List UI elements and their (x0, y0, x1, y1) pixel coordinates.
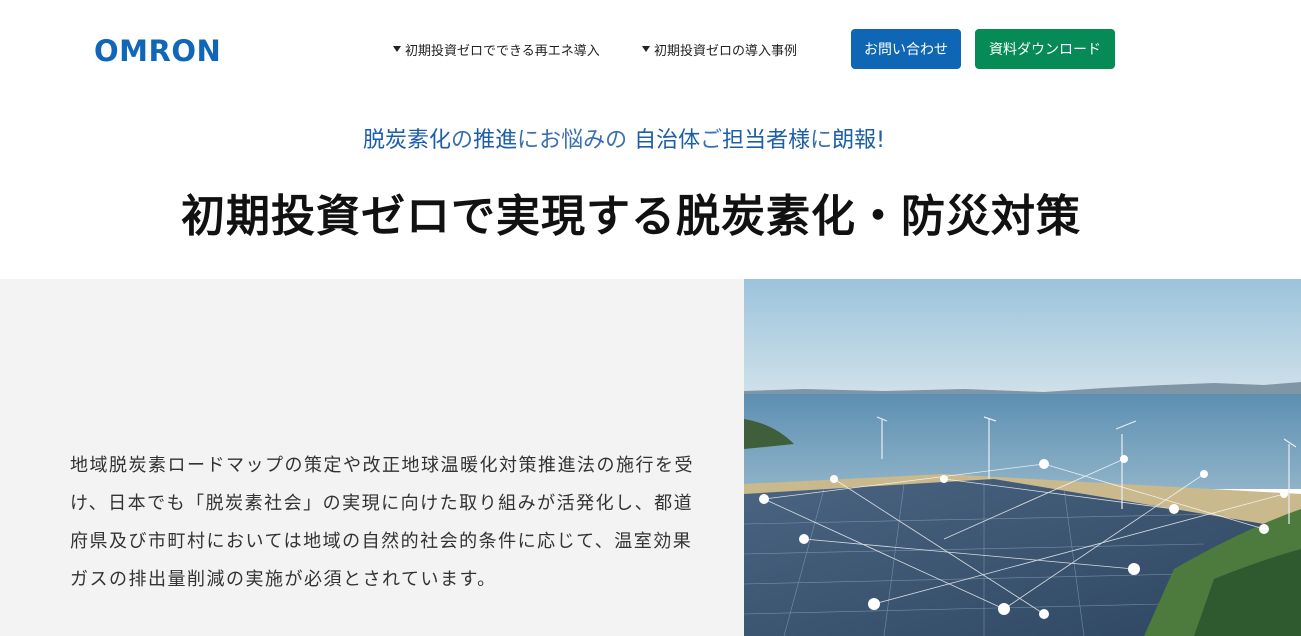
nav-label: 初期投資ゼロでできる再エネ導入 (405, 44, 600, 59)
site-header: OMRON 初期投資ゼロでできる再エネ導入 初期投資ゼロの導入事例 お問い合わせ… (0, 0, 1301, 98)
intro-line: 府県及び市町村においては地域の自然的社会的条件に応じて、温室効果 (70, 531, 693, 552)
omron-logo[interactable]: OMRON (94, 34, 221, 68)
intro-line: ガスの排出量削減の実施が必須とされています。 (70, 569, 497, 590)
nav-link-renewable-introduction[interactable]: 初期投資ゼロでできる再エネ導入 (393, 40, 600, 59)
lead-text: 自治体 (634, 128, 701, 153)
lead-text: 脱炭素化 (363, 128, 452, 153)
lead-text: 担当者様 (722, 128, 811, 153)
page-title: 初期投資ゼロで実現する脱炭素化・防災対策 (181, 191, 1081, 242)
nav-link-case-studies[interactable]: 初期投資ゼロの導入事例 (642, 40, 797, 59)
download-materials-button[interactable]: 資料ダウンロード (975, 29, 1115, 69)
hero-lead: 脱炭素化の推進にお悩みの 自治体ご担当者様に朗報! (0, 122, 1248, 154)
intro-text: 地域脱炭素ロードマップの策定や改正地球温暖化対策推進法の施行を受 け、日本でも「… (70, 447, 695, 599)
caret-down-icon (393, 45, 401, 52)
nav-label: 初期投資ゼロの導入事例 (654, 44, 798, 59)
solar-farm-illustration (744, 279, 1301, 636)
contact-button[interactable]: お問い合わせ (851, 29, 961, 69)
intro-line: 地域脱炭素ロードマップの策定や改正地球温暖化対策推進法の施行を受 (70, 455, 694, 476)
lead-text: 推進 (473, 128, 518, 153)
solar-wind-hero-image (744, 279, 1301, 636)
intro-line: け、日本でも「脱炭素社会」の実現に向けた取り組みが活発化し、都道 (70, 493, 694, 514)
lead-text: にお悩みの (517, 128, 635, 153)
caret-down-icon (642, 45, 650, 52)
lead-text: の (451, 128, 474, 153)
lead-text: ご (700, 128, 723, 153)
lead-text: 朗報! (832, 128, 885, 153)
lead-text: に (810, 128, 833, 153)
